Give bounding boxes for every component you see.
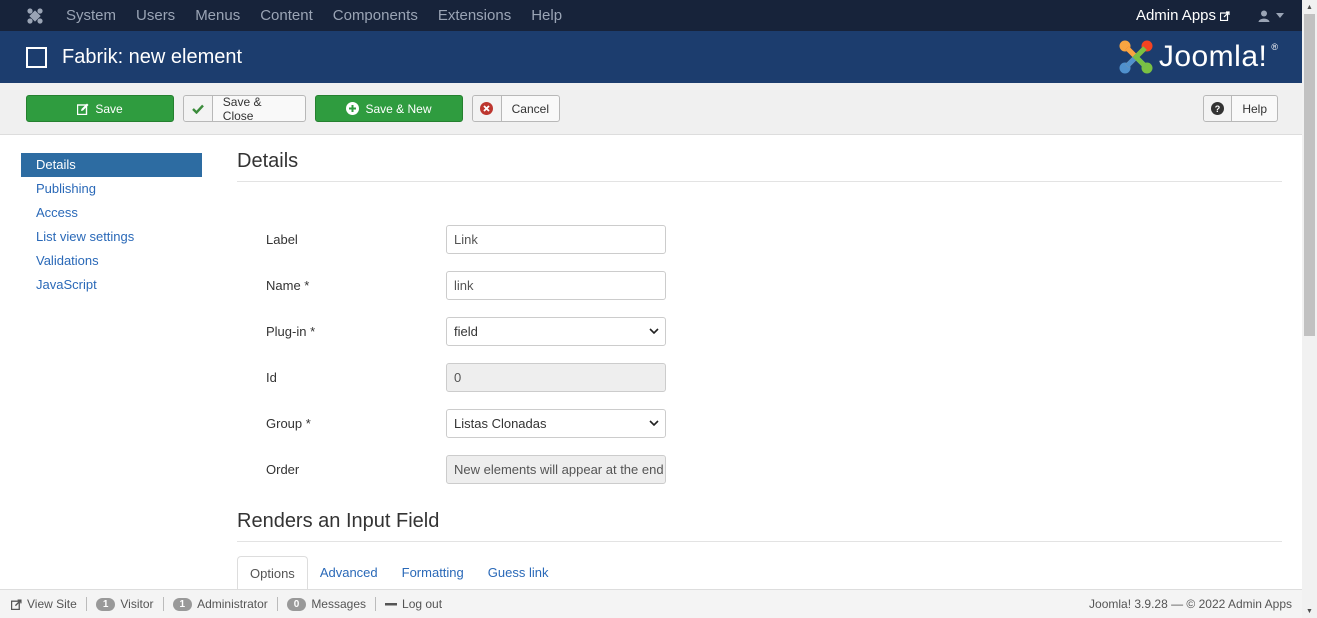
scrollbar-thumb[interactable] <box>1304 14 1315 336</box>
sidebar-item-publishing[interactable]: Publishing <box>21 177 202 201</box>
save-label: Save <box>95 101 123 116</box>
help-label: Help <box>1242 101 1267 116</box>
sidebar-item-access[interactable]: Access <box>21 201 202 225</box>
site-name: Admin Apps <box>1135 7 1216 24</box>
menu-help[interactable]: Help <box>521 0 572 31</box>
minus-icon <box>385 602 398 605</box>
save-button[interactable]: Save <box>26 95 174 122</box>
svg-text:?: ? <box>1215 104 1221 114</box>
messages-link[interactable]: 0 Messages <box>278 597 377 611</box>
menu-users[interactable]: Users <box>126 0 185 31</box>
main-menu: System Users Menus Content Components Ex… <box>56 0 572 31</box>
checkbox-icon <box>26 46 47 68</box>
menu-content[interactable]: Content <box>250 0 323 31</box>
check-icon <box>184 96 213 121</box>
admin-count-badge: 1 <box>172 597 193 611</box>
order-input: New elements will appear at the end <box>446 454 666 484</box>
plugin-select-value: field <box>454 323 478 339</box>
field-row-id: Id 0 <box>266 362 666 392</box>
id-input: 0 <box>446 362 666 392</box>
cancel-label: Cancel <box>511 101 549 116</box>
page-title: Fabrik: new element <box>62 45 243 68</box>
visitors-status: 1 Visitor <box>87 597 164 611</box>
status-bar: View Site 1 Visitor 1 Administrator 0 Me… <box>0 589 1302 618</box>
field-row-label: Label Link <box>266 224 666 254</box>
field-row-name: Name * link <box>266 270 666 300</box>
version-text: Joomla! 3.9.28 — © 2022 Admin Apps <box>1089 597 1292 611</box>
field-label-plugin: Plug-in * <box>266 323 316 339</box>
chevron-down-icon <box>649 420 659 426</box>
options-tabs: Options Advanced Formatting Guess link <box>237 556 560 590</box>
external-link-icon <box>1220 10 1230 21</box>
vertical-scrollbar[interactable]: ▲ ▼ <box>1302 0 1317 618</box>
menu-system[interactable]: System <box>56 0 126 31</box>
plus-circle-icon <box>346 102 360 115</box>
field-label-label: Label <box>266 231 298 247</box>
joomla-brand-icon <box>1119 40 1153 74</box>
message-count-badge: 0 <box>286 597 307 611</box>
save-close-label: Save & Close <box>222 94 262 123</box>
view-site-label: View Site <box>27 597 77 611</box>
field-label-name: Name * <box>266 277 310 293</box>
top-navbar: System Users Menus Content Components Ex… <box>0 0 1302 31</box>
group-select-value: Listas Clonadas <box>454 415 547 431</box>
sidebar: Details Publishing Access List view sett… <box>21 153 202 297</box>
logout-link[interactable]: Log out <box>376 597 451 611</box>
label-input[interactable]: Link <box>446 224 666 254</box>
field-row-order: Order New elements will appear at the en… <box>266 454 666 484</box>
administrators-status: 1 Administrator <box>164 597 278 611</box>
field-label-order: Order <box>266 461 300 477</box>
sidebar-item-details[interactable]: Details <box>21 153 202 177</box>
messages-label: Messages <box>311 597 367 611</box>
user-icon <box>1258 10 1270 22</box>
main-content: Details Label Link Name * link Plug-in *… <box>237 150 1282 590</box>
logout-label: Log out <box>402 597 443 611</box>
toolbar: Save Save & Close Save & New Cancel ? He… <box>0 83 1302 135</box>
site-link[interactable]: Admin Apps <box>1136 7 1230 24</box>
section-title-details: Details <box>237 150 1282 182</box>
chevron-down-icon <box>649 328 659 334</box>
edit-icon <box>77 103 89 115</box>
admin-label: Administrator <box>197 597 268 611</box>
section-title-renders: Renders an Input Field <box>237 510 1282 542</box>
save-new-button[interactable]: Save & New <box>315 95 463 122</box>
external-link-icon <box>11 598 22 610</box>
save-close-button[interactable]: Save & Close <box>183 94 306 123</box>
sidebar-item-validations[interactable]: Validations <box>21 249 202 273</box>
save-new-label: Save & New <box>365 101 432 116</box>
name-input[interactable]: link <box>446 270 666 300</box>
tab-formatting[interactable]: Formatting <box>390 556 476 590</box>
field-label-id: Id <box>266 369 277 385</box>
plugin-select[interactable]: field <box>446 316 666 346</box>
cancel-circle-icon <box>473 96 502 121</box>
view-site-link[interactable]: View Site <box>0 597 87 611</box>
tab-options[interactable]: Options <box>237 556 308 590</box>
field-row-group: Group * Listas Clonadas <box>266 408 666 438</box>
field-label-group: Group * <box>266 415 311 431</box>
visitor-count-badge: 1 <box>95 597 116 611</box>
group-select[interactable]: Listas Clonadas <box>446 408 666 438</box>
sidebar-item-javascript[interactable]: JavaScript <box>21 273 202 297</box>
scroll-down-icon[interactable]: ▼ <box>1302 604 1317 618</box>
tab-advanced[interactable]: Advanced <box>308 556 390 590</box>
user-menu[interactable] <box>1258 10 1284 22</box>
joomla-brand: Joomla! ® <box>1117 38 1278 76</box>
visitor-label: Visitor <box>120 597 154 611</box>
menu-menus[interactable]: Menus <box>185 0 250 31</box>
cancel-button[interactable]: Cancel <box>472 95 560 122</box>
sidebar-item-list-view-settings[interactable]: List view settings <box>21 225 202 249</box>
registered-mark: ® <box>1271 42 1278 52</box>
joomla-wordmark: Joomla! <box>1158 40 1268 73</box>
field-row-plugin: Plug-in * field <box>266 316 666 346</box>
joomla-logo-icon[interactable] <box>20 0 50 31</box>
tab-guess-link[interactable]: Guess link <box>476 556 561 590</box>
menu-extensions[interactable]: Extensions <box>428 0 521 31</box>
question-icon: ? <box>1204 96 1233 121</box>
menu-components[interactable]: Components <box>323 0 428 31</box>
help-button[interactable]: ? Help <box>1203 95 1278 122</box>
page-header: Fabrik: new element Joomla! ® <box>0 31 1302 83</box>
scroll-up-icon[interactable]: ▲ <box>1302 0 1317 14</box>
caret-down-icon <box>1276 13 1284 18</box>
